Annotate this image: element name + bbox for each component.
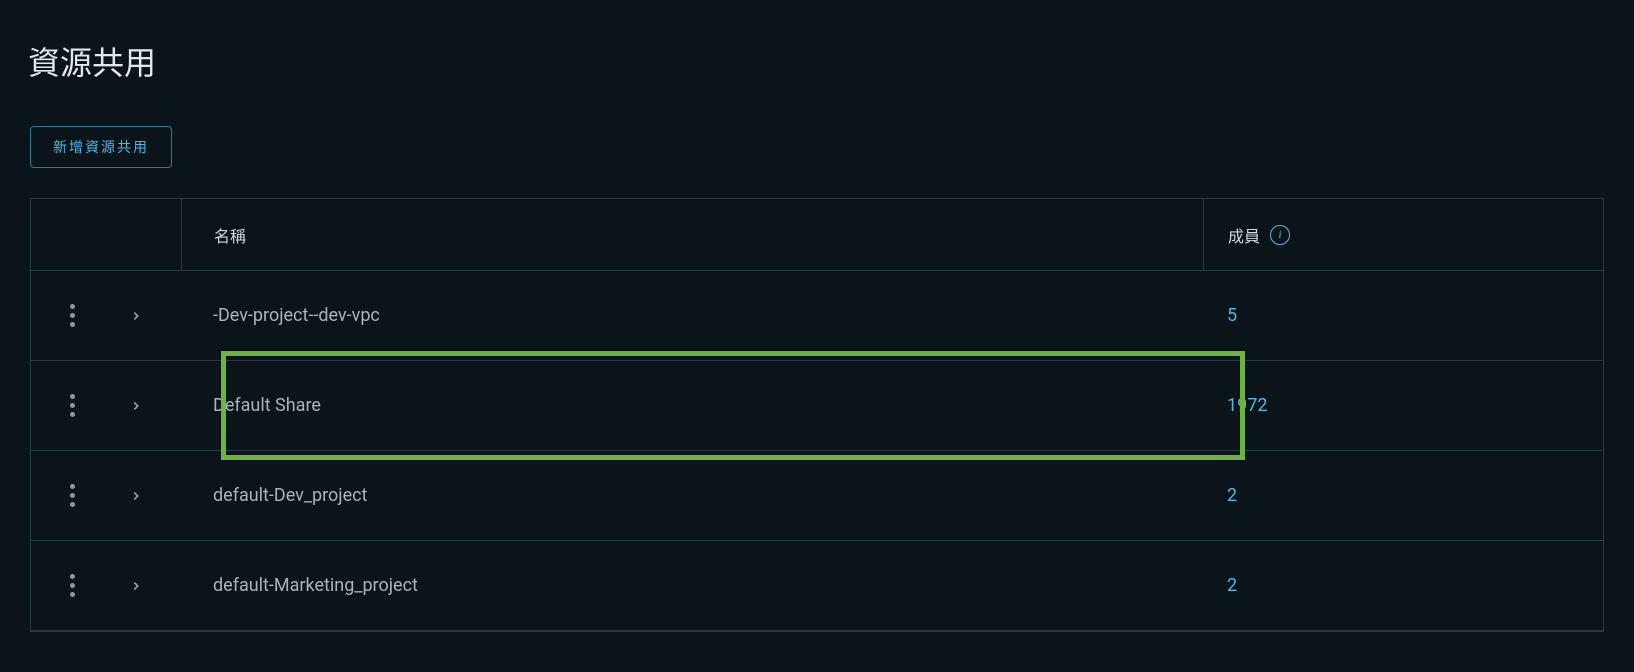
kebab-menu-icon[interactable]: [62, 566, 83, 605]
page-title: 資源共用: [0, 0, 1634, 84]
add-resource-share-button[interactable]: 新增資源共用: [30, 126, 172, 168]
table-row: default-Dev_project 2: [31, 451, 1603, 541]
row-name: -Dev-project--dev-vpc: [181, 271, 1203, 360]
chevron-right-icon[interactable]: [121, 571, 151, 601]
column-header-members: 成員: [1228, 223, 1260, 247]
row-name: Default Share: [181, 361, 1203, 450]
chevron-right-icon[interactable]: [121, 481, 151, 511]
table-row: default-Marketing_project 2: [31, 541, 1603, 631]
chevron-right-icon[interactable]: [121, 301, 151, 331]
kebab-menu-icon[interactable]: [62, 386, 83, 425]
table-row: -Dev-project--dev-vpc 5: [31, 271, 1603, 361]
kebab-menu-icon[interactable]: [62, 476, 83, 515]
table-header: 名稱 成員 i: [31, 199, 1603, 271]
resource-share-table: 名稱 成員 i -Dev-project--dev-vpc 5: [30, 198, 1604, 632]
chevron-right-icon[interactable]: [121, 391, 151, 421]
row-name: default-Marketing_project: [181, 541, 1203, 630]
kebab-menu-icon[interactable]: [62, 296, 83, 335]
table-row: Default Share 1972: [31, 361, 1603, 451]
column-header-name: 名稱: [214, 223, 246, 247]
member-count-link[interactable]: 1972: [1227, 395, 1267, 416]
member-count-link[interactable]: 2: [1227, 575, 1237, 596]
row-name: default-Dev_project: [181, 451, 1203, 540]
member-count-link[interactable]: 2: [1227, 485, 1237, 506]
info-icon[interactable]: i: [1270, 225, 1290, 245]
member-count-link[interactable]: 5: [1227, 305, 1237, 326]
